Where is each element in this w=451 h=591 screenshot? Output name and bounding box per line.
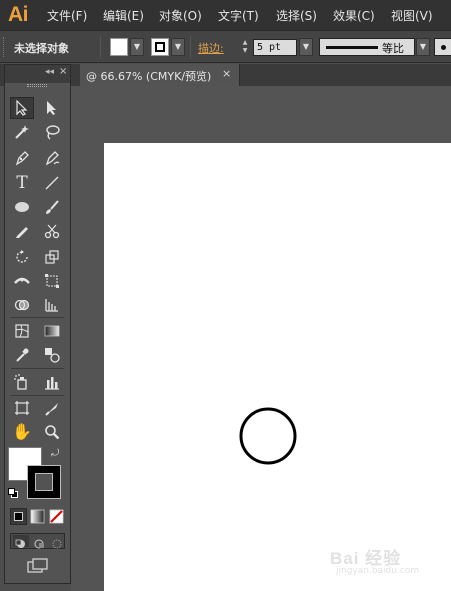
stroke-swatch-hole	[35, 473, 53, 491]
menu-edit[interactable]: 编辑(E)	[103, 7, 144, 24]
paintbrush-tool-icon[interactable]	[40, 196, 64, 218]
menu-select[interactable]: 选择(S)	[276, 7, 317, 24]
document-tab-label: @ 66.67% (CMYK/预览)	[86, 70, 212, 83]
stroke-width-input[interactable]: 5 pt	[253, 39, 297, 56]
spinner-down-icon[interactable]: ▼	[239, 47, 251, 55]
divider	[190, 36, 191, 58]
gradient-tool-icon[interactable]	[40, 320, 64, 342]
pen-tool-icon[interactable]	[10, 147, 34, 169]
hand-tool-icon[interactable]: ✋	[10, 421, 34, 443]
line-segment-tool-icon[interactable]	[40, 172, 64, 194]
perspective-grid-tool-icon[interactable]	[40, 294, 64, 316]
default-fill-stroke-icon[interactable]	[8, 488, 18, 498]
symbol-sprayer-tool-icon[interactable]	[10, 371, 34, 393]
tools-panel: ◂◂ × T ✋ ⤾	[4, 64, 71, 584]
stroke-label-colon: :	[220, 42, 224, 55]
tools-panel-header[interactable]: ◂◂ ×	[5, 65, 70, 83]
free-transform-tool-icon[interactable]	[40, 270, 64, 292]
draw-normal-button[interactable]	[13, 535, 29, 548]
type-tool-icon[interactable]: T	[10, 172, 34, 194]
profile-label: 等比	[382, 42, 404, 55]
stroke-label[interactable]: 描边:	[198, 40, 224, 56]
artboard[interactable]	[104, 143, 451, 591]
ellipse-tool-icon[interactable]	[10, 196, 34, 218]
eyedropper-tool-icon[interactable]	[10, 344, 34, 366]
control-bar: 未选择对象 ▼ ▼ 描边: ▲ ▼ 5 pt ▼ 等比 ▼	[0, 31, 451, 63]
screen-mode-icon[interactable]	[27, 558, 49, 574]
selection-status: 未选择对象	[14, 42, 69, 55]
curvature-tool-icon[interactable]	[40, 147, 64, 169]
menu-view[interactable]: 视图(V)	[391, 7, 433, 24]
rotate-tool-icon[interactable]	[10, 246, 34, 268]
swap-fill-stroke-icon[interactable]: ⤾	[51, 448, 59, 459]
menu-type[interactable]: 文字(T)	[218, 7, 259, 24]
stroke-dropdown-arrow[interactable]: ▼	[171, 38, 185, 56]
menu-bar: Ai 文件(F) 编辑(E) 对象(O) 文字(T) 选择(S) 效果(C) 视…	[0, 0, 451, 31]
close-icon[interactable]: ×	[222, 67, 231, 80]
scissors-tool-icon[interactable]	[40, 220, 64, 242]
mesh-tool-icon[interactable]	[10, 320, 34, 342]
stroke-width-dropdown[interactable]: ▼	[299, 38, 313, 56]
gradient-mode-button[interactable]	[29, 508, 46, 525]
menu-file[interactable]: 文件(F)	[47, 7, 87, 24]
color-mode-button[interactable]	[10, 508, 27, 525]
blend-tool-icon[interactable]	[40, 344, 64, 366]
artboard-tool-icon[interactable]	[10, 397, 34, 419]
profile-line-preview	[326, 46, 378, 49]
scale-tool-icon[interactable]	[40, 246, 64, 268]
slice-tool-icon[interactable]	[40, 397, 64, 419]
stroke-color-swatch[interactable]	[151, 38, 169, 56]
divider	[100, 36, 101, 58]
stroke-swatch-large[interactable]	[27, 465, 61, 499]
stroke-swatch-inner	[155, 42, 165, 52]
brush-dot-icon	[441, 45, 446, 50]
brush-definition[interactable]	[434, 38, 451, 56]
selection-tool-icon[interactable]	[10, 97, 34, 119]
watermark-url: jingyan.baidu.com	[336, 566, 420, 576]
draw-inside-button[interactable]	[49, 535, 65, 549]
shape-builder-tool-icon[interactable]	[10, 294, 34, 316]
collapse-icon[interactable]: ◂◂	[45, 67, 54, 77]
width-tool-icon[interactable]	[10, 270, 34, 292]
fill-color-swatch[interactable]	[110, 38, 128, 56]
divider	[11, 317, 64, 318]
divider	[11, 368, 64, 369]
column-graph-tool-icon[interactable]	[40, 371, 64, 393]
stroke-width-spinner[interactable]: ▲ ▼	[239, 39, 251, 55]
stroke-label-text: 描边	[198, 42, 220, 55]
document-tab[interactable]: @ 66.67% (CMYK/预览) ×	[80, 64, 240, 86]
close-icon[interactable]: ×	[59, 66, 67, 77]
drawing-mode-group	[10, 533, 65, 549]
draw-behind-button[interactable]	[31, 535, 47, 549]
direct-selection-tool-icon[interactable]	[40, 97, 64, 119]
variable-width-profile[interactable]: 等比	[319, 38, 415, 56]
menu-effect[interactable]: 效果(C)	[333, 7, 375, 24]
zoom-tool-icon[interactable]	[40, 421, 64, 443]
panel-grip[interactable]	[27, 84, 47, 87]
control-bar-grip[interactable]	[3, 37, 6, 57]
watermark: Bai 经验 jingyan.baidu.com	[330, 540, 440, 584]
lasso-tool-icon[interactable]	[40, 121, 64, 143]
ellipse-shape[interactable]	[238, 406, 298, 466]
pencil-tool-icon[interactable]	[10, 220, 34, 242]
fill-dropdown-arrow[interactable]: ▼	[130, 38, 144, 56]
none-mode-button[interactable]	[48, 508, 65, 525]
spinner-up-icon[interactable]: ▲	[239, 39, 251, 47]
app-logo: Ai	[8, 3, 29, 26]
divider	[11, 395, 64, 396]
menu-object[interactable]: 对象(O)	[159, 7, 202, 24]
profile-dropdown[interactable]: ▼	[416, 38, 430, 56]
canvas-area[interactable]	[71, 86, 451, 591]
magic-wand-tool-icon[interactable]	[10, 121, 34, 143]
